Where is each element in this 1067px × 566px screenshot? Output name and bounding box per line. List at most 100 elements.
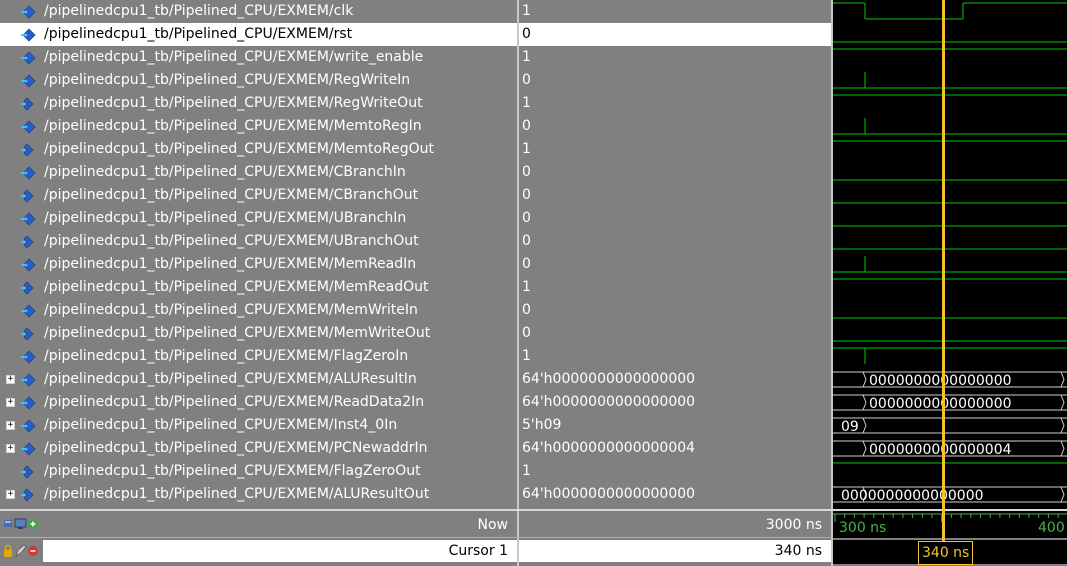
signal-row[interactable]: + /pipelinedcpu1_tb/Pipelined_CPU/EXMEM/A… bbox=[0, 483, 517, 506]
signal-row[interactable]: /pipelinedcpu1_tb/Pipelined_CPU/EXMEM/Me… bbox=[0, 299, 517, 322]
signal-value-row[interactable]: 1 bbox=[519, 460, 831, 483]
signal-path: /pipelinedcpu1_tb/Pipelined_CPU/EXMEM/rs… bbox=[44, 26, 353, 42]
signal-row[interactable]: /pipelinedcpu1_tb/Pipelined_CPU/EXMEM/Me… bbox=[0, 115, 517, 138]
signal-value: 0 bbox=[522, 26, 531, 42]
signal-path: /pipelinedcpu1_tb/Pipelined_CPU/EXMEM/Me… bbox=[44, 118, 422, 134]
input-signal-icon bbox=[20, 441, 36, 456]
now-value: 3000 ns bbox=[765, 517, 822, 533]
signal-row[interactable]: /pipelinedcpu1_tb/Pipelined_CPU/EXMEM/cl… bbox=[0, 0, 517, 23]
signal-value-row[interactable]: 1 bbox=[519, 92, 831, 115]
output-signal-icon bbox=[20, 487, 36, 502]
signal-path: /pipelinedcpu1_tb/Pipelined_CPU/EXMEM/Re… bbox=[44, 72, 411, 88]
signal-value: 1 bbox=[522, 348, 531, 364]
signal-row[interactable]: /pipelinedcpu1_tb/Pipelined_CPU/EXMEM/Me… bbox=[0, 253, 517, 276]
signal-path: /pipelinedcpu1_tb/Pipelined_CPU/EXMEM/CB… bbox=[44, 187, 419, 203]
signal-value: 1 bbox=[522, 279, 531, 295]
signal-row[interactable]: + /pipelinedcpu1_tb/Pipelined_CPU/EXMEM/R… bbox=[0, 391, 517, 414]
signal-value-row[interactable]: 1 bbox=[519, 345, 831, 368]
signal-row[interactable]: /pipelinedcpu1_tb/Pipelined_CPU/EXMEM/Fl… bbox=[0, 345, 517, 368]
expand-icon[interactable]: + bbox=[6, 421, 15, 430]
waveform-bus bbox=[833, 417, 1067, 434]
monitor-icon[interactable] bbox=[14, 518, 27, 529]
signal-value-row[interactable]: 5'h09 bbox=[519, 414, 831, 437]
signal-row[interactable]: /pipelinedcpu1_tb/Pipelined_CPU/EXMEM/rs… bbox=[0, 23, 517, 46]
signal-value-row[interactable]: 0 bbox=[519, 23, 831, 46]
input-signal-icon bbox=[20, 349, 36, 364]
signal-value-row[interactable]: 1 bbox=[519, 0, 831, 23]
output-signal-icon bbox=[20, 280, 36, 295]
input-signal-icon bbox=[20, 165, 36, 180]
signal-row[interactable]: + /pipelinedcpu1_tb/Pipelined_CPU/EXMEM/A… bbox=[0, 368, 517, 391]
signal-value-row[interactable]: 0 bbox=[519, 253, 831, 276]
signal-row[interactable]: /pipelinedcpu1_tb/Pipelined_CPU/EXMEM/Re… bbox=[0, 69, 517, 92]
signal-value: 0 bbox=[522, 256, 531, 272]
signal-row[interactable]: + /pipelinedcpu1_tb/Pipelined_CPU/EXMEM/I… bbox=[0, 414, 517, 437]
signal-values-pane: 1 0 1 0 1 0 1 0 0 0 0 0 1 0 0 1 64'h0000000000000000 64'h… bbox=[519, 0, 831, 509]
now-row-toolbar[interactable] bbox=[3, 516, 41, 532]
cursor-label[interactable]: Cursor 1 bbox=[100, 540, 508, 562]
signal-value: 1 bbox=[522, 49, 531, 65]
signal-row[interactable]: /pipelinedcpu1_tb/Pipelined_CPU/EXMEM/Fl… bbox=[0, 460, 517, 483]
signal-value-row[interactable]: 64'h0000000000000000 bbox=[519, 368, 831, 391]
signal-path: /pipelinedcpu1_tb/Pipelined_CPU/EXMEM/Re… bbox=[44, 95, 423, 111]
signal-row[interactable]: /pipelinedcpu1_tb/Pipelined_CPU/EXMEM/Me… bbox=[0, 138, 517, 161]
signal-value: 0 bbox=[522, 164, 531, 180]
signal-path: /pipelinedcpu1_tb/Pipelined_CPU/EXMEM/PC… bbox=[44, 440, 428, 456]
signal-value-row[interactable]: 1 bbox=[519, 138, 831, 161]
signal-value-row[interactable]: 0 bbox=[519, 207, 831, 230]
signal-path: /pipelinedcpu1_tb/Pipelined_CPU/EXMEM/AL… bbox=[44, 486, 430, 502]
signal-value-row[interactable]: 0 bbox=[519, 115, 831, 138]
ruler-tick-label-left: 300 ns bbox=[839, 520, 887, 536]
output-signal-icon bbox=[20, 188, 36, 203]
waveform-bit bbox=[833, 347, 1067, 364]
signal-row[interactable]: /pipelinedcpu1_tb/Pipelined_CPU/EXMEM/Re… bbox=[0, 92, 517, 115]
grid-icon[interactable] bbox=[4, 520, 12, 527]
signal-value: 1 bbox=[522, 141, 531, 157]
signal-row[interactable]: /pipelinedcpu1_tb/Pipelined_CPU/EXMEM/CB… bbox=[0, 184, 517, 207]
waveform-canvas[interactable]: 0000000000000000 0000000000000000 09 000000… bbox=[833, 0, 1067, 509]
remove-cursor-icon[interactable] bbox=[28, 546, 38, 556]
signal-path: /pipelinedcpu1_tb/Pipelined_CPU/EXMEM/UB… bbox=[44, 233, 419, 249]
output-signal-icon bbox=[20, 142, 36, 157]
signal-value: 1 bbox=[522, 463, 531, 479]
signal-value: 0 bbox=[522, 72, 531, 88]
cursor-line[interactable] bbox=[942, 0, 945, 541]
output-signal-icon bbox=[20, 96, 36, 111]
pencil-icon[interactable] bbox=[15, 544, 27, 557]
signal-row[interactable]: /pipelinedcpu1_tb/Pipelined_CPU/EXMEM/UB… bbox=[0, 207, 517, 230]
waveform-pane[interactable]: 0000000000000000 0000000000000000 09 000000… bbox=[833, 0, 1067, 509]
signal-row[interactable]: /pipelinedcpu1_tb/Pipelined_CPU/EXMEM/UB… bbox=[0, 230, 517, 253]
lock-icon[interactable] bbox=[4, 544, 12, 558]
signal-path: /pipelinedcpu1_tb/Pipelined_CPU/EXMEM/Me… bbox=[44, 302, 418, 318]
signal-value-row[interactable]: 64'h0000000000000000 bbox=[519, 391, 831, 414]
signal-value-row[interactable]: 0 bbox=[519, 299, 831, 322]
signal-value: 64'h0000000000000000 bbox=[522, 371, 696, 387]
cursor-row-toolbar[interactable] bbox=[3, 543, 41, 559]
signal-value-row[interactable]: 0 bbox=[519, 69, 831, 92]
signal-path: /pipelinedcpu1_tb/Pipelined_CPU/EXMEM/Me… bbox=[44, 279, 429, 295]
signal-value-row[interactable]: 0 bbox=[519, 184, 831, 207]
signal-row[interactable]: /pipelinedcpu1_tb/Pipelined_CPU/EXMEM/wr… bbox=[0, 46, 517, 69]
expand-icon[interactable]: + bbox=[6, 444, 15, 453]
expand-icon[interactable]: + bbox=[6, 490, 15, 499]
expand-icon[interactable]: + bbox=[6, 375, 15, 384]
signal-value-row[interactable]: 0 bbox=[519, 322, 831, 345]
signal-value: 0 bbox=[522, 210, 531, 226]
signal-row[interactable]: /pipelinedcpu1_tb/Pipelined_CPU/EXMEM/Me… bbox=[0, 276, 517, 299]
signal-row[interactable]: /pipelinedcpu1_tb/Pipelined_CPU/EXMEM/Me… bbox=[0, 322, 517, 345]
signal-value-row[interactable]: 1 bbox=[519, 276, 831, 299]
signal-row[interactable]: + /pipelinedcpu1_tb/Pipelined_CPU/EXMEM/P… bbox=[0, 437, 517, 460]
signal-value-row[interactable]: 64'h0000000000000004 bbox=[519, 437, 831, 460]
cursor-value: 340 ns bbox=[774, 543, 822, 559]
signal-value: 64'h0000000000000004 bbox=[522, 440, 696, 456]
signal-value-row[interactable]: 0 bbox=[519, 230, 831, 253]
signal-row[interactable]: /pipelinedcpu1_tb/Pipelined_CPU/EXMEM/CB… bbox=[0, 161, 517, 184]
add-cursor-icon[interactable] bbox=[28, 519, 38, 529]
signal-value-row[interactable]: 64'h0000000000000000 bbox=[519, 483, 831, 506]
cursor-time-marker[interactable]: 340 ns bbox=[918, 541, 974, 565]
signal-value-row[interactable]: 0 bbox=[519, 161, 831, 184]
signal-value-row[interactable]: 1 bbox=[519, 46, 831, 69]
input-signal-icon bbox=[20, 27, 36, 42]
signal-path: /pipelinedcpu1_tb/Pipelined_CPU/EXMEM/AL… bbox=[44, 371, 417, 387]
expand-icon[interactable]: + bbox=[6, 398, 15, 407]
